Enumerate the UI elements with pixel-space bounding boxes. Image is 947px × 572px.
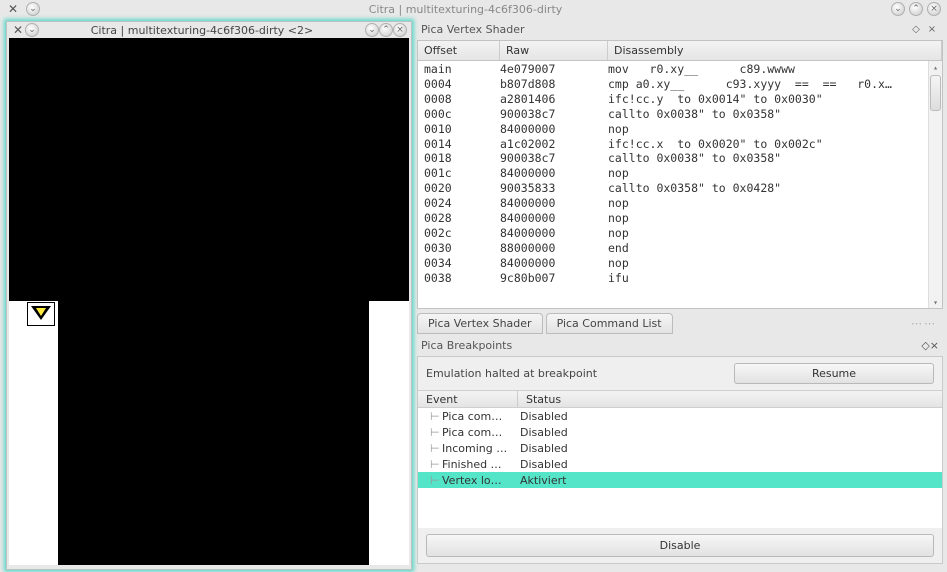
shader-row[interactable]: 0014a1c02002ifc!cc.x to 0x0020" to 0x002… bbox=[418, 137, 928, 152]
scrollbar[interactable]: ▴ ▾ bbox=[928, 61, 942, 308]
minimize-button[interactable]: ⌄ bbox=[891, 2, 905, 16]
scroll-thumb[interactable] bbox=[930, 75, 941, 111]
tab-command-list[interactable]: Pica Command List bbox=[546, 313, 673, 334]
main-titlebar: ✕ ⌄ Citra | multitexturing-4c6f306-dirty… bbox=[0, 0, 947, 18]
pin-icon[interactable]: ◇ bbox=[909, 22, 923, 36]
shader-row[interactable]: 000c900038c7callto 0x0038" to 0x0358" bbox=[418, 107, 928, 122]
col-raw[interactable]: Raw bbox=[500, 41, 608, 60]
close-button[interactable]: × bbox=[927, 2, 941, 16]
main-area: ✕ ⌄ Citra | multitexturing-4c6f306-dirty… bbox=[0, 18, 947, 572]
child-window-title: Citra | multitexturing-4c6f306-dirty <2> bbox=[39, 24, 365, 37]
pin-icon[interactable]: ◇ bbox=[921, 339, 929, 352]
child-titlebar: ✕ ⌄ Citra | multitexturing-4c6f306-dirty… bbox=[7, 22, 411, 38]
col-status[interactable]: Status bbox=[518, 391, 942, 407]
breakpoint-row[interactable]: ⊢Finished …Disabled bbox=[418, 456, 942, 472]
maximize-button[interactable]: ⌃ bbox=[909, 2, 923, 16]
shader-columns: Offset Raw Disassembly bbox=[418, 41, 942, 61]
shader-row[interactable]: 003088000000end bbox=[418, 241, 928, 256]
resume-button[interactable]: Resume bbox=[734, 363, 934, 384]
col-offset[interactable]: Offset bbox=[418, 41, 500, 60]
shader-row[interactable]: 002090035833callto 0x0358" to 0x0428" bbox=[418, 181, 928, 196]
shader-panel-title: Pica Vertex Shader bbox=[421, 23, 907, 36]
app-x-icon: ✕ bbox=[11, 23, 25, 37]
scroll-up-icon[interactable]: ▴ bbox=[929, 61, 942, 73]
breakpoints-title: Pica Breakpoints bbox=[421, 339, 921, 352]
maximize-button[interactable]: ⌃ bbox=[379, 23, 393, 37]
shader-row[interactable]: 0004b807d808cmp a0.xy__ c93.xyyy == == r… bbox=[418, 77, 928, 92]
close-icon[interactable]: × bbox=[925, 22, 939, 36]
breakpoints-header: Pica Breakpoints ◇ × bbox=[417, 334, 943, 356]
shader-row[interactable]: 002484000000nop bbox=[418, 196, 928, 211]
shader-panel: Offset Raw Disassembly main4e079007mov r… bbox=[417, 40, 943, 309]
dock-grip-icon[interactable]: ⋯⋯ bbox=[911, 317, 937, 330]
col-disassembly[interactable]: Disassembly bbox=[608, 41, 942, 60]
breakpoint-row[interactable]: ⊢Pica com…Disabled bbox=[418, 424, 942, 440]
shader-row[interactable]: 003484000000nop bbox=[418, 256, 928, 271]
breakpoints-list[interactable]: ⊢Pica com…Disabled⊢Pica com…Disabled⊢Inc… bbox=[418, 408, 942, 528]
breakpoints-columns: Event Status bbox=[418, 390, 942, 408]
titlebar-button[interactable]: ⌄ bbox=[26, 2, 40, 16]
child-window: ✕ ⌄ Citra | multitexturing-4c6f306-dirty… bbox=[6, 21, 412, 570]
close-icon[interactable]: × bbox=[930, 339, 939, 352]
halt-message: Emulation halted at breakpoint bbox=[426, 367, 726, 380]
sprite-icon bbox=[27, 302, 55, 326]
shader-row[interactable]: 00389c80b007ifu bbox=[418, 271, 928, 286]
shader-row[interactable]: 001c84000000nop bbox=[418, 166, 928, 181]
shader-row[interactable]: main4e079007mov r0.xy__ c89.wwww bbox=[418, 62, 928, 77]
shader-row[interactable]: 002884000000nop bbox=[418, 211, 928, 226]
tab-vertex-shader[interactable]: Pica Vertex Shader bbox=[417, 313, 543, 334]
breakpoint-row[interactable]: ⊢Vertex lo…Aktiviert bbox=[418, 472, 942, 488]
minimize-button[interactable]: ⌄ bbox=[365, 23, 379, 37]
col-event[interactable]: Event bbox=[418, 391, 518, 407]
tab-row: Pica Vertex Shader Pica Command List ⋯⋯ bbox=[417, 309, 943, 334]
titlebar-button[interactable]: ⌄ bbox=[25, 23, 39, 37]
main-window-title: Citra | multitexturing-4c6f306-dirty bbox=[40, 3, 891, 16]
shader-row[interactable]: 001084000000nop bbox=[418, 122, 928, 137]
scroll-down-icon[interactable]: ▾ bbox=[929, 296, 942, 308]
shader-row[interactable]: 002c84000000nop bbox=[418, 226, 928, 241]
shader-row[interactable]: 0008a2801406ifc!cc.y to 0x0014" to 0x003… bbox=[418, 92, 928, 107]
emulator-viewport[interactable] bbox=[9, 38, 409, 565]
shader-panel-header: Pica Vertex Shader ◇ × bbox=[417, 18, 943, 40]
disable-button[interactable]: Disable bbox=[426, 534, 934, 557]
close-button[interactable]: × bbox=[393, 23, 407, 37]
shader-row[interactable]: 0018900038c7callto 0x0038" to 0x0358" bbox=[418, 151, 928, 166]
breakpoints-panel: Emulation halted at breakpoint Resume Ev… bbox=[417, 356, 943, 564]
breakpoint-row[interactable]: ⊢Incoming …Disabled bbox=[418, 440, 942, 456]
shader-body[interactable]: main4e079007mov r0.xy__ c89.wwww0004b807… bbox=[418, 61, 942, 308]
app-x-icon: ✕ bbox=[6, 2, 20, 16]
right-pane: Pica Vertex Shader ◇ × Offset Raw Disass… bbox=[417, 18, 943, 564]
breakpoint-row[interactable]: ⊢Pica com…Disabled bbox=[418, 408, 942, 424]
